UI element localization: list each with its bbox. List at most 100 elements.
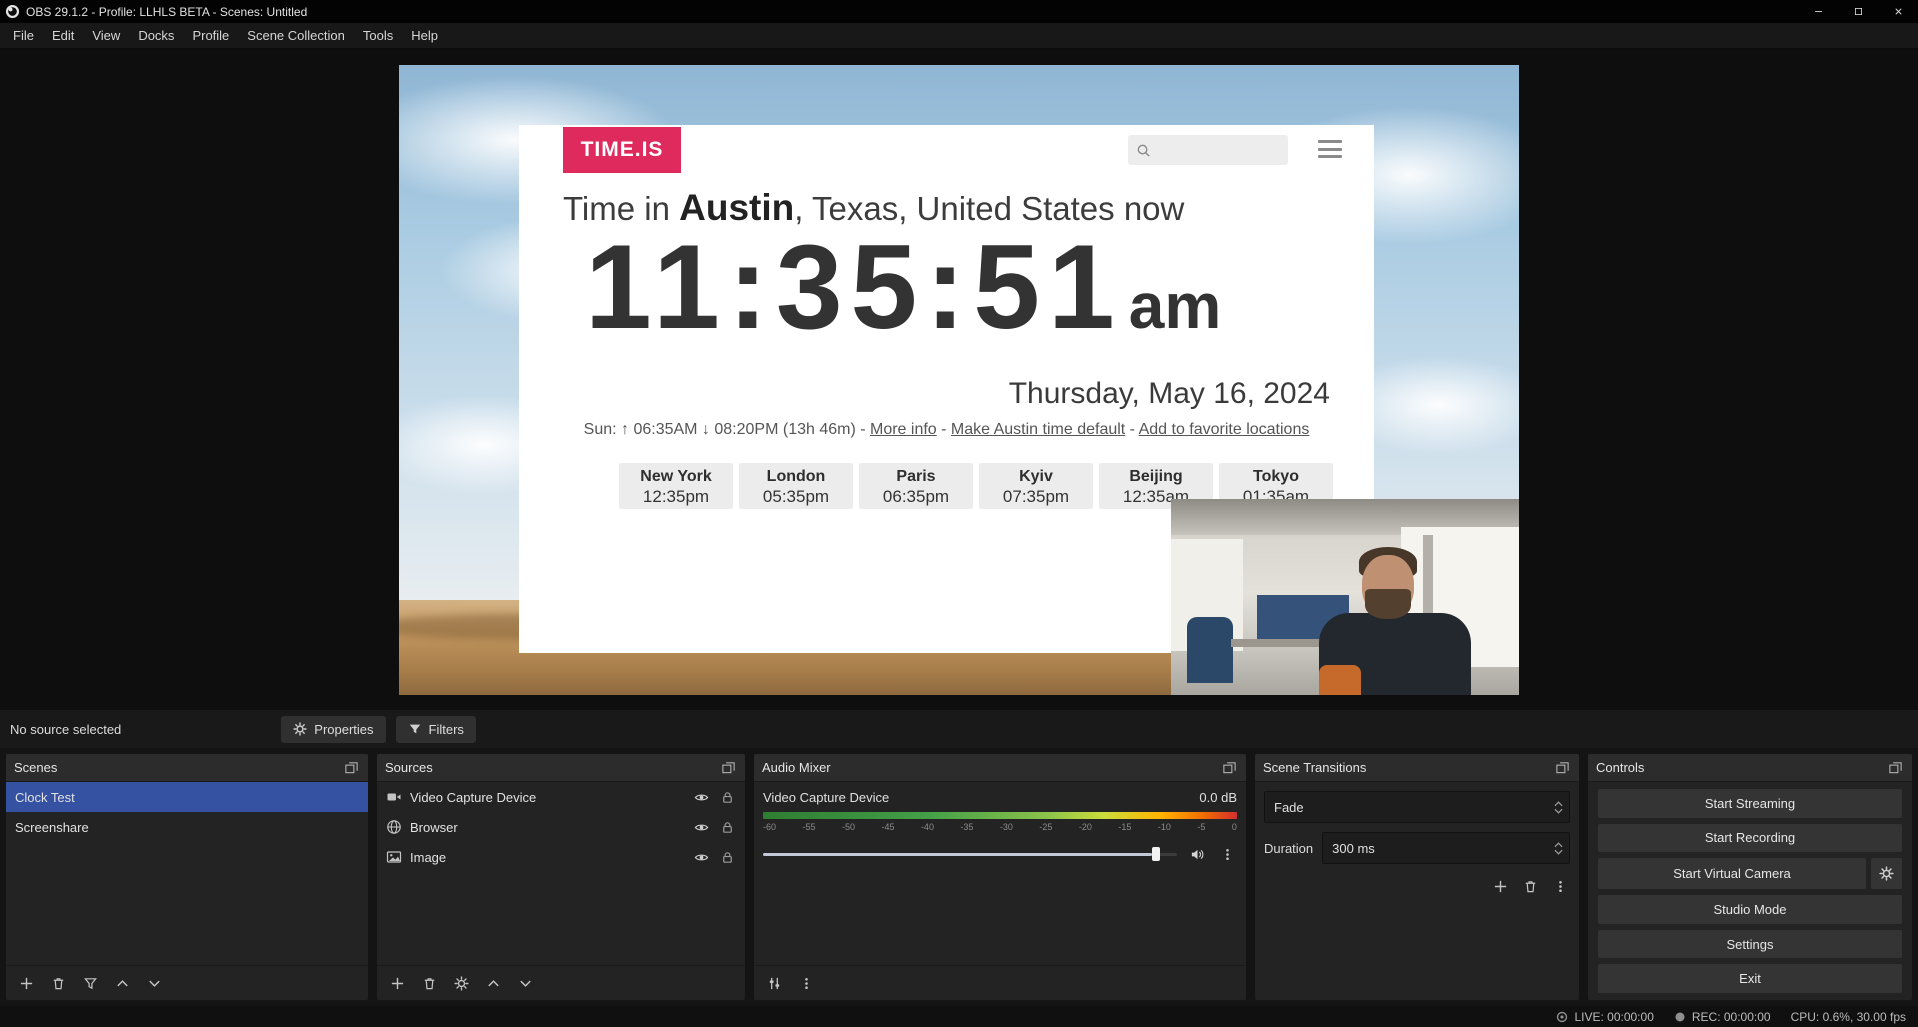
dock-row: Scenes Clock Test Screenshare	[0, 748, 1918, 1006]
hamburger-menu-icon	[1318, 140, 1342, 158]
spinner-arrows-icon[interactable]	[1554, 842, 1563, 855]
controls-body: Start Streaming Start Recording Start Vi…	[1588, 782, 1912, 1000]
scene-transitions-dock: Scene Transitions Fade Duration 300 ms	[1255, 754, 1579, 1000]
controls-dock-header[interactable]: Controls	[1588, 754, 1912, 782]
volume-slider-handle[interactable]	[1152, 847, 1160, 861]
status-bar: LIVE: 00:00:00 REC: 00:00:00 CPU: 0.6%, …	[0, 1006, 1918, 1027]
audio-mixer-dock-header[interactable]: Audio Mixer	[754, 754, 1246, 782]
move-scene-up-button[interactable]	[112, 973, 132, 993]
menu-file[interactable]: File	[4, 23, 43, 48]
remove-transition-button[interactable]	[1520, 876, 1540, 896]
sources-dock-header[interactable]: Sources	[377, 754, 745, 782]
menu-help[interactable]: Help	[402, 23, 447, 48]
timeis-clock: 11:35:51 am	[585, 221, 1221, 353]
visibility-toggle[interactable]	[692, 818, 710, 836]
popout-icon[interactable]	[1222, 760, 1238, 776]
transition-menu-button[interactable]	[1550, 876, 1570, 896]
city-tile: Paris06:35pm	[859, 463, 973, 509]
audio-mixer-dock: Audio Mixer Video Capture Device 0.0 dB …	[754, 754, 1246, 1000]
move-scene-down-button[interactable]	[144, 973, 164, 993]
settings-button[interactable]: Settings	[1598, 930, 1902, 959]
minimize-button[interactable]	[1798, 0, 1838, 23]
transition-select[interactable]: Fade	[1264, 791, 1570, 823]
live-status: LIVE: 00:00:00	[1556, 1010, 1653, 1024]
filters-button[interactable]: Filters	[396, 716, 476, 743]
scenes-dock-header[interactable]: Scenes	[6, 754, 368, 782]
menu-docks[interactable]: Docks	[129, 23, 183, 48]
source-item-video-capture[interactable]: Video Capture Device	[377, 782, 745, 812]
start-streaming-button[interactable]: Start Streaming	[1598, 789, 1902, 818]
maximize-button[interactable]	[1838, 0, 1878, 23]
office-chair	[1187, 617, 1233, 683]
popout-icon[interactable]	[344, 760, 360, 776]
menu-view[interactable]: View	[83, 23, 129, 48]
move-source-down-button[interactable]	[515, 973, 535, 993]
duration-input[interactable]: 300 ms	[1322, 832, 1570, 864]
start-recording-button[interactable]: Start Recording	[1598, 824, 1902, 853]
visibility-toggle[interactable]	[692, 848, 710, 866]
scenes-list: Clock Test Screenshare	[6, 782, 368, 965]
rec-status: REC: 00:00:00	[1674, 1010, 1771, 1024]
popout-icon[interactable]	[1888, 760, 1904, 776]
transition-selected-value: Fade	[1274, 800, 1554, 815]
timeis-search-box	[1128, 135, 1288, 165]
menu-profile[interactable]: Profile	[183, 23, 238, 48]
add-scene-button[interactable]	[16, 973, 36, 993]
popout-icon[interactable]	[1555, 760, 1571, 776]
sources-dock: Sources Video Capture Device Browser	[377, 754, 745, 1000]
scene-label: Clock Test	[15, 790, 359, 805]
timeis-logo: TIME.IS	[563, 127, 681, 173]
sources-toolbar	[377, 965, 745, 1000]
city-tile: Kyiv07:35pm	[979, 463, 1093, 509]
source-label: Image	[410, 850, 684, 865]
city-tile: London05:35pm	[739, 463, 853, 509]
mixer-menu-button[interactable]	[796, 973, 816, 993]
source-label: Browser	[410, 820, 684, 835]
scene-label: Screenshare	[15, 820, 359, 835]
scenes-toolbar	[6, 965, 368, 1000]
record-status-icon	[1674, 1011, 1686, 1023]
exit-button[interactable]: Exit	[1598, 964, 1902, 993]
menu-tools[interactable]: Tools	[354, 23, 402, 48]
advanced-audio-button[interactable]	[764, 973, 784, 993]
menu-scene-collection[interactable]: Scene Collection	[238, 23, 354, 48]
gear-icon	[1879, 866, 1894, 881]
move-source-up-button[interactable]	[483, 973, 503, 993]
video-camera-icon	[386, 789, 402, 805]
duration-label: Duration	[1264, 841, 1313, 856]
remove-scene-button[interactable]	[48, 973, 68, 993]
studio-mode-button[interactable]: Studio Mode	[1598, 895, 1902, 924]
controls-dock-title: Controls	[1596, 760, 1888, 775]
mixer-channel-menu-button[interactable]	[1217, 844, 1237, 864]
meter-scale: -60-55-50-45-40-35-30-25-20-15-10-50	[763, 822, 1237, 832]
close-button[interactable]	[1878, 0, 1918, 23]
mute-button[interactable]	[1187, 844, 1207, 864]
virtual-camera-settings-button[interactable]	[1871, 858, 1902, 889]
mixer-channel-name: Video Capture Device	[763, 790, 889, 805]
add-source-button[interactable]	[387, 973, 407, 993]
scene-item-clock-test[interactable]: Clock Test	[6, 782, 368, 812]
scene-item-screenshare[interactable]: Screenshare	[6, 812, 368, 842]
make-default-link: Make Austin time default	[951, 421, 1125, 438]
sources-dock-title: Sources	[385, 760, 721, 775]
start-virtual-camera-button[interactable]: Start Virtual Camera	[1598, 858, 1866, 889]
image-icon	[386, 849, 402, 865]
add-transition-button[interactable]	[1490, 876, 1510, 896]
menu-edit[interactable]: Edit	[43, 23, 83, 48]
preview-canvas[interactable]: TIME.IS Time in Austin, Texas, United St…	[399, 65, 1519, 695]
lock-toggle[interactable]	[718, 848, 736, 866]
lock-toggle[interactable]	[718, 788, 736, 806]
scene-filters-button[interactable]	[80, 973, 100, 993]
obs-logo-icon[interactable]	[5, 4, 20, 19]
source-properties-button[interactable]	[451, 973, 471, 993]
dropdown-arrows-icon	[1554, 801, 1563, 814]
source-item-image[interactable]: Image	[377, 842, 745, 872]
popout-icon[interactable]	[721, 760, 737, 776]
visibility-toggle[interactable]	[692, 788, 710, 806]
lock-toggle[interactable]	[718, 818, 736, 836]
source-item-browser[interactable]: Browser	[377, 812, 745, 842]
transitions-dock-header[interactable]: Scene Transitions	[1255, 754, 1579, 782]
remove-source-button[interactable]	[419, 973, 439, 993]
volume-slider[interactable]	[763, 847, 1177, 861]
properties-button[interactable]: Properties	[281, 716, 385, 743]
